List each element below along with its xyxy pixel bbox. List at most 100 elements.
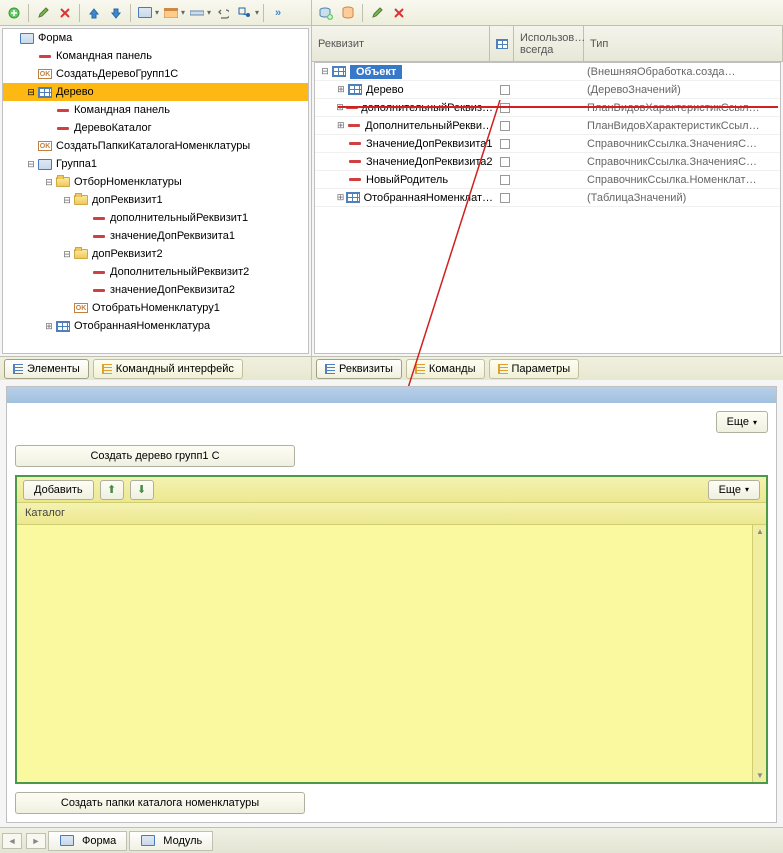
- add-icon[interactable]: [4, 3, 24, 23]
- delete-attr-icon[interactable]: [389, 3, 409, 23]
- edit-attr-icon[interactable]: [367, 3, 387, 23]
- panel-tab[interactable]: Командный интерфейс: [93, 359, 243, 379]
- expand-icon[interactable]: [335, 156, 347, 168]
- tree-item[interactable]: OKСоздатьДеревоГрупп1С: [3, 65, 308, 83]
- form-tree[interactable]: ФормаКомандная панельOKСоздатьДеревоГруп…: [2, 28, 309, 354]
- expand-icon[interactable]: ⊞: [43, 320, 55, 332]
- row-down-button[interactable]: ⬇: [130, 480, 154, 500]
- expand-icon[interactable]: ⊞: [335, 84, 347, 96]
- insert-panel-icon[interactable]: [161, 3, 181, 23]
- col-icon[interactable]: [490, 26, 514, 61]
- attribute-row[interactable]: НовыйРодительСправочникСсылка.Номенклат…: [315, 171, 780, 189]
- create-folders-button[interactable]: Создать папки каталога номенклатуры: [15, 792, 305, 814]
- panel-tab[interactable]: Элементы: [4, 359, 89, 379]
- table-more-button[interactable]: Еще▾: [708, 480, 760, 500]
- panel-tab[interactable]: Параметры: [489, 359, 580, 379]
- col-type[interactable]: Тип: [584, 26, 783, 61]
- bind-icon[interactable]: [235, 3, 255, 23]
- table-body[interactable]: [17, 525, 766, 782]
- col-attribute[interactable]: Реквизит: [312, 26, 490, 61]
- use-checkbox[interactable]: [500, 157, 510, 167]
- expand-icon[interactable]: ⊞: [335, 120, 347, 132]
- attribute-row[interactable]: ЗначениеДопРеквизита1СправочникСсылка.Зн…: [315, 135, 780, 153]
- tree-item[interactable]: Форма: [3, 29, 308, 47]
- tree-item[interactable]: значениеДопРеквизита2: [3, 281, 308, 299]
- table-column-header[interactable]: Каталог: [17, 503, 766, 525]
- add-row-button[interactable]: Добавить: [23, 480, 94, 500]
- ok-icon: OK: [37, 67, 53, 81]
- use-checkbox[interactable]: [500, 175, 510, 185]
- col-use-always[interactable]: Использов…всегда: [514, 26, 584, 61]
- tab-icon: [102, 364, 112, 374]
- tree-label: ОтборНоменклатуры: [74, 176, 182, 188]
- db-columns-icon[interactable]: [338, 3, 358, 23]
- attribute-row[interactable]: ЗначениеДопРеквизита2СправочникСсылка.Зн…: [315, 153, 780, 171]
- attribute-row[interactable]: ⊟Объект(ВнешняяОбработка.созда…: [315, 63, 780, 81]
- expand-icon[interactable]: ⊟: [319, 66, 331, 78]
- tree-item[interactable]: Командная панель: [3, 101, 308, 119]
- scroll-right-icon[interactable]: ►: [26, 833, 46, 849]
- more-icon[interactable]: »: [268, 3, 288, 23]
- folder-icon: [73, 247, 89, 261]
- tree-item[interactable]: Командная панель: [3, 47, 308, 65]
- table-toolbar: Добавить ⬆ ⬇ Еще▾: [17, 477, 766, 503]
- insert-form-icon[interactable]: [135, 3, 155, 23]
- tree-item[interactable]: ДополнительныйРеквизит2: [3, 263, 308, 281]
- db-add-icon[interactable]: [316, 3, 336, 23]
- use-checkbox[interactable]: [500, 139, 510, 149]
- tree-item[interactable]: ⊟допРеквизит1: [3, 191, 308, 209]
- expand-icon[interactable]: [335, 138, 347, 150]
- move-up-icon[interactable]: [84, 3, 104, 23]
- create-tree-button[interactable]: Создать дерево групп1 С: [15, 445, 295, 467]
- panel-tab[interactable]: Команды: [406, 359, 485, 379]
- tree-item[interactable]: значениеДопРеквизита1: [3, 227, 308, 245]
- expand-icon[interactable]: [43, 104, 55, 116]
- expand-icon[interactable]: ⊟: [61, 194, 73, 206]
- expand-icon[interactable]: [25, 50, 37, 62]
- expand-icon[interactable]: [79, 230, 91, 242]
- tree-item[interactable]: ⊞ОтобраннаяНоменклатура: [3, 317, 308, 335]
- expand-icon[interactable]: [79, 284, 91, 296]
- expand-icon[interactable]: [25, 68, 37, 80]
- attribute-row[interactable]: ⊞дополнительныйРеквиз…ПланВидовХарактери…: [315, 99, 780, 117]
- dash-icon: [347, 155, 363, 169]
- expand-icon[interactable]: [7, 32, 19, 44]
- tree-item[interactable]: ⊟Дерево: [3, 83, 308, 101]
- more-button[interactable]: Еще▾: [716, 411, 768, 433]
- tree-item[interactable]: OKОтобратьНоменклатуру1: [3, 299, 308, 317]
- table-scrollbar[interactable]: [752, 525, 766, 782]
- tree-item[interactable]: ⊟допРеквизит2: [3, 245, 308, 263]
- panel-tab[interactable]: Реквизиты: [316, 359, 402, 379]
- tree-item[interactable]: ⊟Группа1: [3, 155, 308, 173]
- tree-item[interactable]: ⊟ ОтборНоменклатуры: [3, 173, 308, 191]
- delete-icon[interactable]: [55, 3, 75, 23]
- attribute-row[interactable]: ⊞ОтобраннаяНоменклат…(ТаблицаЗначений): [315, 189, 780, 207]
- insert-field-icon[interactable]: [187, 3, 207, 23]
- scroll-left-icon[interactable]: ◄: [2, 833, 22, 849]
- attribute-row[interactable]: ⊞ДополнительныйРекви…ПланВидовХарактерис…: [315, 117, 780, 135]
- expand-icon[interactable]: ⊟: [25, 158, 37, 170]
- undo-icon[interactable]: [213, 3, 233, 23]
- expand-icon[interactable]: [79, 266, 91, 278]
- editor-tab[interactable]: Модуль: [129, 831, 213, 851]
- use-checkbox[interactable]: [500, 193, 510, 203]
- use-checkbox[interactable]: [500, 85, 510, 95]
- expand-icon[interactable]: [79, 212, 91, 224]
- move-down-icon[interactable]: [106, 3, 126, 23]
- expand-icon[interactable]: [335, 174, 347, 186]
- expand-icon[interactable]: [61, 302, 73, 314]
- editor-tab[interactable]: Форма: [48, 831, 127, 851]
- tree-item[interactable]: OKСоздатьПапкиКаталогаНоменклатуры: [3, 137, 308, 155]
- attribute-row[interactable]: ⊞Дерево(ДеревоЗначений): [315, 81, 780, 99]
- edit-icon[interactable]: [33, 3, 53, 23]
- use-checkbox[interactable]: [500, 121, 510, 131]
- expand-icon[interactable]: ⊟: [25, 86, 37, 98]
- row-up-button[interactable]: ⬆: [100, 480, 124, 500]
- tree-item[interactable]: дополнительныйРеквизит1: [3, 209, 308, 227]
- expand-icon[interactable]: [25, 140, 37, 152]
- expand-icon[interactable]: ⊟: [61, 248, 73, 260]
- expand-icon[interactable]: ⊞: [335, 192, 346, 204]
- expand-icon[interactable]: [43, 122, 55, 134]
- tree-item[interactable]: ДеревоКаталог: [3, 119, 308, 137]
- expand-icon[interactable]: ⊟: [43, 176, 55, 188]
